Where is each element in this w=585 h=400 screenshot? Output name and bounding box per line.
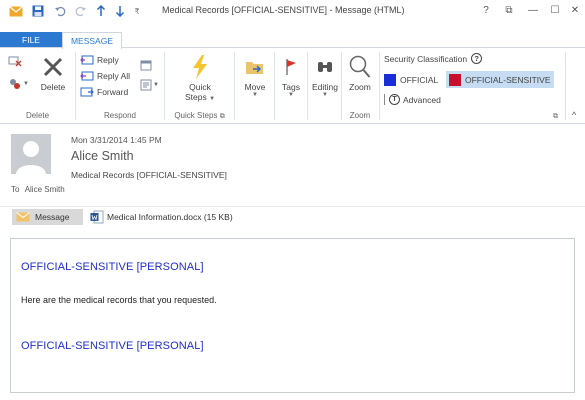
- security-classification-heading: Security Classification ?: [384, 53, 483, 64]
- recipient-line: To Alice Smith: [11, 185, 65, 194]
- respond-group-label: Respond: [103, 111, 137, 120]
- message-body: OFFICIAL-SENSITIVE [PERSONAL] Here are t…: [10, 238, 575, 393]
- tab-message[interactable]: MESSAGE: [62, 32, 122, 49]
- move-folder-icon: [242, 54, 268, 80]
- classification-official-sensitive[interactable]: OFFICIAL-SENSITIVE: [446, 71, 554, 88]
- message-subject: Medical Records [OFFICIAL-SENSITIVE]: [71, 170, 227, 180]
- close-icon[interactable]: ✕: [566, 2, 584, 18]
- junk-icon: [10, 79, 20, 89]
- delete-icon: [40, 54, 66, 80]
- recipient-name[interactable]: Alice Smith: [25, 185, 65, 194]
- delete-button[interactable]: Delete: [35, 54, 71, 92]
- word-document-icon: [90, 210, 104, 224]
- editing-button[interactable]: Editing ▼: [308, 54, 342, 98]
- down-arrow-icon[interactable]: [113, 3, 127, 19]
- help-icon[interactable]: ?: [477, 2, 495, 18]
- attachment-bar: Message Medical Information.docx (15 KB): [0, 206, 585, 228]
- save-icon[interactable]: [30, 3, 46, 19]
- reply-all-icon: [80, 71, 94, 81]
- dialog-launcher-icon[interactable]: ⧉: [553, 113, 558, 121]
- up-arrow-icon[interactable]: [94, 3, 108, 19]
- flag-icon: [278, 54, 304, 80]
- sender-name[interactable]: Alice Smith: [71, 149, 134, 163]
- zoom-group-label: Zoom: [349, 111, 371, 120]
- quick-steps-group-label: Quick Steps ⧉: [174, 111, 225, 120]
- official-color-swatch: [384, 73, 396, 86]
- forward-button[interactable]: Forward: [80, 86, 128, 98]
- dialog-launcher-icon[interactable]: ⧉: [220, 113, 225, 120]
- tab-file[interactable]: FILE: [0, 32, 62, 48]
- message-header: Mon 3/31/2014 1:45 PM Alice Smith Medica…: [0, 124, 585, 206]
- envelope-icon: [16, 212, 30, 222]
- quick-steps-button[interactable]: Quick Steps ▼: [176, 54, 224, 102]
- minimize-icon[interactable]: —: [524, 2, 542, 18]
- move-button[interactable]: Move ▼: [238, 54, 272, 98]
- classification-banner-bottom: OFFICIAL-SENSITIVE [PERSONAL]: [21, 340, 204, 352]
- lightning-icon: [187, 54, 213, 80]
- title-bar: ₹ Medical Records [OFFICIAL-SENSITIVE] -…: [0, 0, 585, 22]
- group-divider: [164, 52, 165, 120]
- binoculars-icon: [312, 54, 338, 80]
- reply-all-button[interactable]: Reply All: [80, 70, 130, 82]
- undo-icon[interactable]: [52, 3, 68, 19]
- attachment-file[interactable]: Medical Information.docx (15 KB): [90, 209, 233, 225]
- advanced-classification-button[interactable]: T Advanced: [384, 94, 441, 105]
- zoom-button[interactable]: Zoom: [343, 54, 377, 92]
- to-label: To: [11, 185, 20, 194]
- window-title: Medical Records [OFFICIAL-SENSITIVE] - M…: [162, 5, 405, 15]
- maximize-icon[interactable]: ☐: [546, 2, 564, 18]
- reply-icon: [80, 55, 94, 65]
- ignore-icon: [8, 56, 22, 67]
- advanced-icon: T: [389, 94, 400, 105]
- redo-icon[interactable]: [73, 3, 89, 19]
- sender-avatar: [11, 134, 51, 174]
- group-divider: [75, 52, 76, 120]
- more-respond-button[interactable]: ▼: [140, 79, 159, 91]
- magnifier-icon: [347, 54, 373, 80]
- help-circle-icon[interactable]: ?: [471, 53, 483, 64]
- tags-button[interactable]: Tags ▼: [276, 54, 306, 98]
- collapse-ribbon-icon[interactable]: ^: [572, 110, 576, 120]
- meeting-button[interactable]: [140, 59, 152, 71]
- reply-button[interactable]: Reply: [80, 54, 119, 66]
- message-tab-button[interactable]: Message: [12, 209, 83, 225]
- forward-icon: [80, 87, 94, 97]
- group-divider: [274, 52, 275, 120]
- outlook-envelope-icon: [8, 3, 24, 19]
- delete-group-label: Delete: [25, 111, 50, 120]
- classification-banner-top: OFFICIAL-SENSITIVE [PERSONAL]: [21, 261, 204, 273]
- group-divider: [234, 52, 235, 120]
- ribbon: ▼ Delete Delete Reply Reply All Forward …: [0, 47, 585, 124]
- group-divider: [565, 52, 566, 120]
- sensitive-color-swatch: [449, 73, 461, 86]
- more-respond-icon: [140, 79, 152, 91]
- body-text: Here are the medical records that you re…: [21, 295, 217, 305]
- meeting-icon: [140, 60, 152, 71]
- junk-button[interactable]: ▼: [8, 78, 29, 90]
- ignore-button[interactable]: [8, 55, 22, 67]
- group-divider: [341, 52, 342, 120]
- message-date: Mon 3/31/2014 1:45 PM: [71, 135, 162, 145]
- classification-official[interactable]: OFFICIAL: [384, 72, 438, 87]
- ribbon-tabs: FILE MESSAGE: [0, 22, 585, 49]
- ribbon-display-options-icon[interactable]: ⧉: [500, 2, 518, 18]
- delete-label: Delete: [40, 82, 66, 92]
- customize-quick-access-icon[interactable]: ₹: [131, 3, 143, 19]
- group-divider: [379, 52, 380, 120]
